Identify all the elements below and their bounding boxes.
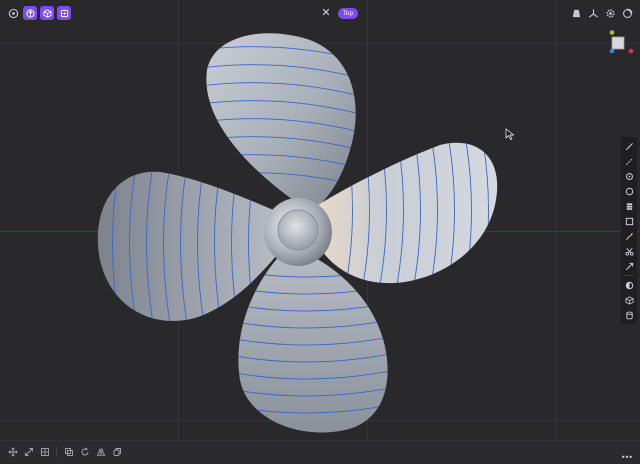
gizmo-x-handle[interactable]	[628, 48, 634, 54]
scale-tool-icon[interactable]	[22, 445, 35, 458]
propeller-model[interactable]	[0, 0, 640, 440]
more-options-icon: •••	[620, 453, 633, 462]
copy-tool-icon[interactable]	[110, 445, 123, 458]
gizmo-z-handle[interactable]	[609, 48, 615, 54]
move-tool-icon[interactable]	[6, 445, 19, 458]
shade-tool-icon[interactable]	[623, 278, 636, 292]
circle-tool-icon[interactable]	[623, 184, 636, 198]
frame-button[interactable]	[57, 6, 71, 20]
trim-tool-icon[interactable]	[623, 259, 636, 273]
close-view-button[interactable]: ✕	[320, 7, 332, 19]
curve-tool-icon[interactable]	[623, 229, 636, 243]
target-icon[interactable]	[6, 6, 20, 20]
3d-viewport[interactable]: ✕ Top	[0, 0, 640, 440]
top-left-toolbar	[6, 6, 71, 20]
top-right-toolbar	[570, 7, 634, 20]
cube-button[interactable]	[40, 6, 54, 20]
extrude-button[interactable]	[23, 6, 37, 20]
bottom-toolbar: •••	[0, 440, 640, 463]
cut-tool-icon[interactable]	[623, 244, 636, 258]
orientation-gizmo[interactable]	[606, 30, 636, 54]
right-tool-palette	[621, 137, 637, 324]
blade-top	[206, 33, 356, 210]
view-indicator: ✕ Top	[320, 7, 359, 19]
hub-cap	[277, 209, 319, 251]
cube-icon	[42, 8, 52, 18]
mouse-cursor	[505, 128, 515, 140]
gizmo-y-handle[interactable]	[609, 30, 615, 35]
more-options-button[interactable]: •••	[620, 445, 633, 464]
stack-tool-icon[interactable]	[623, 199, 636, 213]
rectangle-tool-icon[interactable]	[623, 214, 636, 228]
duplicate-tool-icon[interactable]	[62, 445, 75, 458]
separator	[624, 275, 634, 276]
mirror-tool-icon[interactable]	[94, 445, 107, 458]
grid-tool-icon[interactable]	[38, 445, 51, 458]
cylinder-tool-icon[interactable]	[623, 308, 636, 322]
line-tool-icon[interactable]	[623, 139, 636, 153]
point-tool-icon[interactable]	[623, 169, 636, 183]
perspective-icon[interactable]	[570, 7, 583, 20]
separator	[56, 446, 57, 457]
line-pattern-tool-icon[interactable]	[623, 154, 636, 168]
frame-icon	[60, 9, 68, 17]
gear-icon[interactable]	[604, 7, 617, 20]
box-tool-icon[interactable]	[623, 293, 636, 307]
view-label-pill[interactable]: Top	[338, 7, 359, 19]
circle-icon[interactable]	[621, 7, 634, 20]
extrude-icon	[25, 8, 35, 18]
axes-icon[interactable]	[587, 7, 600, 20]
rotate-tool-icon[interactable]	[78, 445, 91, 458]
